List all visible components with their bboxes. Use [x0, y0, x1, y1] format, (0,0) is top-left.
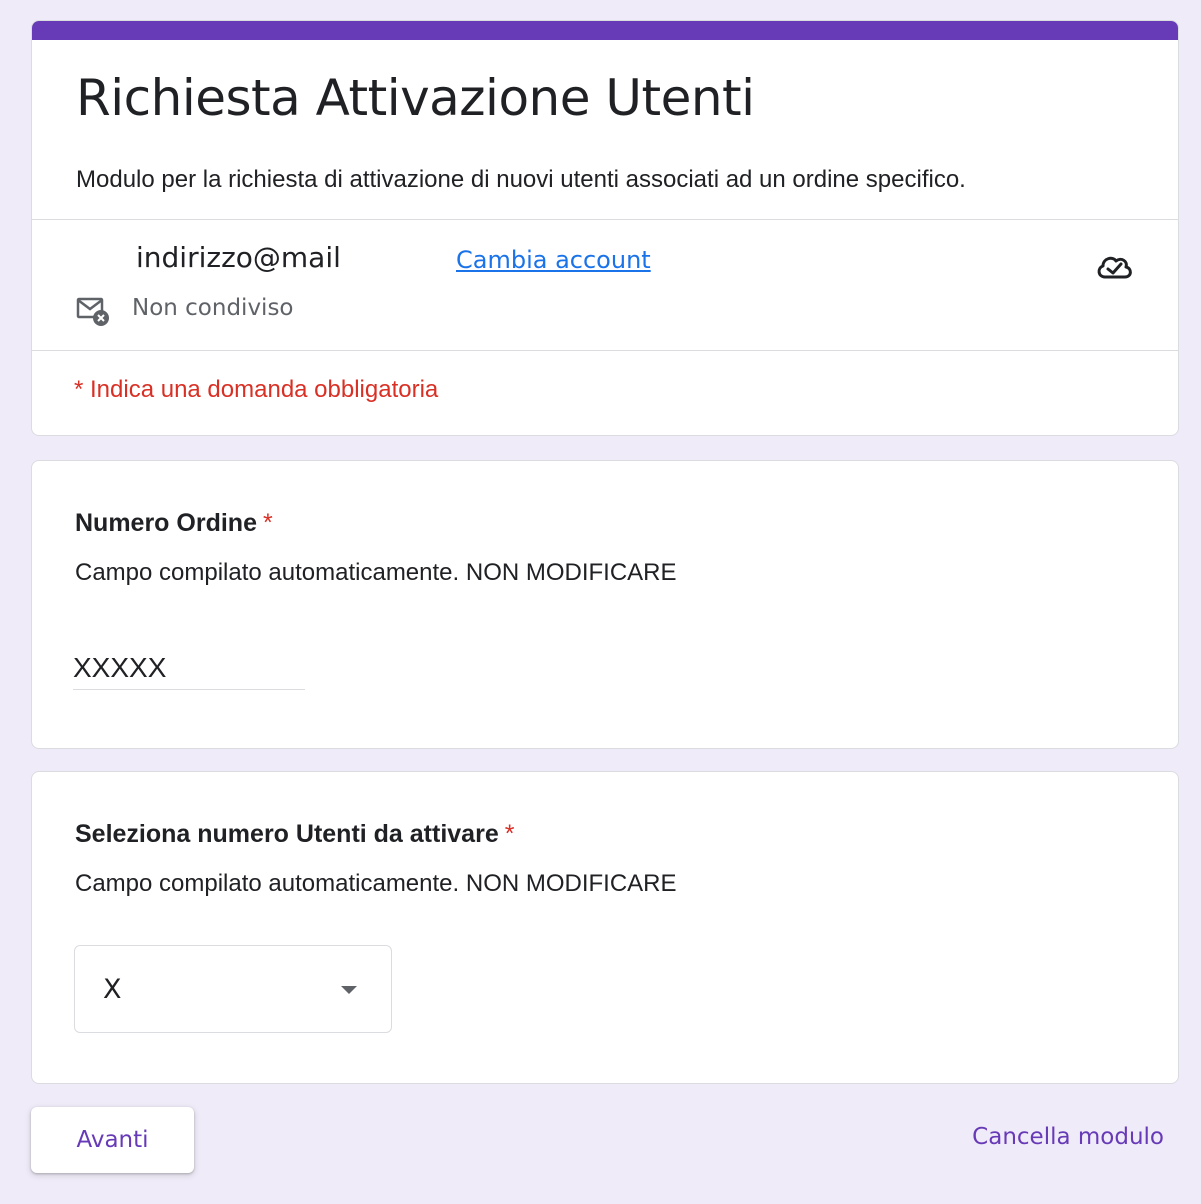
accent-bar: [32, 21, 1178, 40]
divider: [32, 350, 1178, 351]
dropdown-selected-value: X: [103, 974, 122, 1005]
required-note: * Indica una domanda obbligatoria: [74, 376, 439, 403]
divider: [32, 219, 1178, 220]
form-header-card: Richiesta Attivazione Utenti Modulo per …: [31, 20, 1179, 436]
account-email: indirizzo@mail: [136, 241, 341, 274]
clear-form-button[interactable]: Cancella modulo: [972, 1124, 1164, 1150]
cloud-check-icon: [1097, 256, 1132, 279]
question-card-user-count: Seleziona numero Utenti da attivare * Cam…: [31, 771, 1179, 1084]
question-title-text: Numero Ordine: [75, 509, 257, 537]
switch-account-link[interactable]: Cambia account: [456, 246, 651, 274]
mail-not-shared-icon: [76, 297, 109, 326]
caret-down-icon: [341, 986, 357, 994]
question-description: Campo compilato automaticamente. NON MOD…: [75, 559, 677, 586]
form-description: Modulo per la richiesta di attivazione d…: [76, 166, 966, 193]
question-card-order-number: Numero Ordine * Campo compilato automatic…: [31, 460, 1179, 749]
order-number-input[interactable]: [73, 647, 305, 690]
question-title: Seleziona numero Utenti da attivare *: [75, 820, 514, 849]
user-count-dropdown[interactable]: X: [74, 945, 392, 1033]
next-button[interactable]: Avanti: [31, 1107, 194, 1173]
sharing-status: Non condiviso: [132, 295, 294, 321]
question-description: Campo compilato automaticamente. NON MOD…: [75, 870, 677, 897]
question-title-text: Seleziona numero Utenti da attivare: [75, 820, 499, 848]
required-star: *: [504, 820, 515, 848]
required-star: *: [262, 509, 273, 537]
question-title: Numero Ordine *: [75, 509, 273, 538]
form-title: Richiesta Attivazione Utenti: [76, 69, 755, 127]
